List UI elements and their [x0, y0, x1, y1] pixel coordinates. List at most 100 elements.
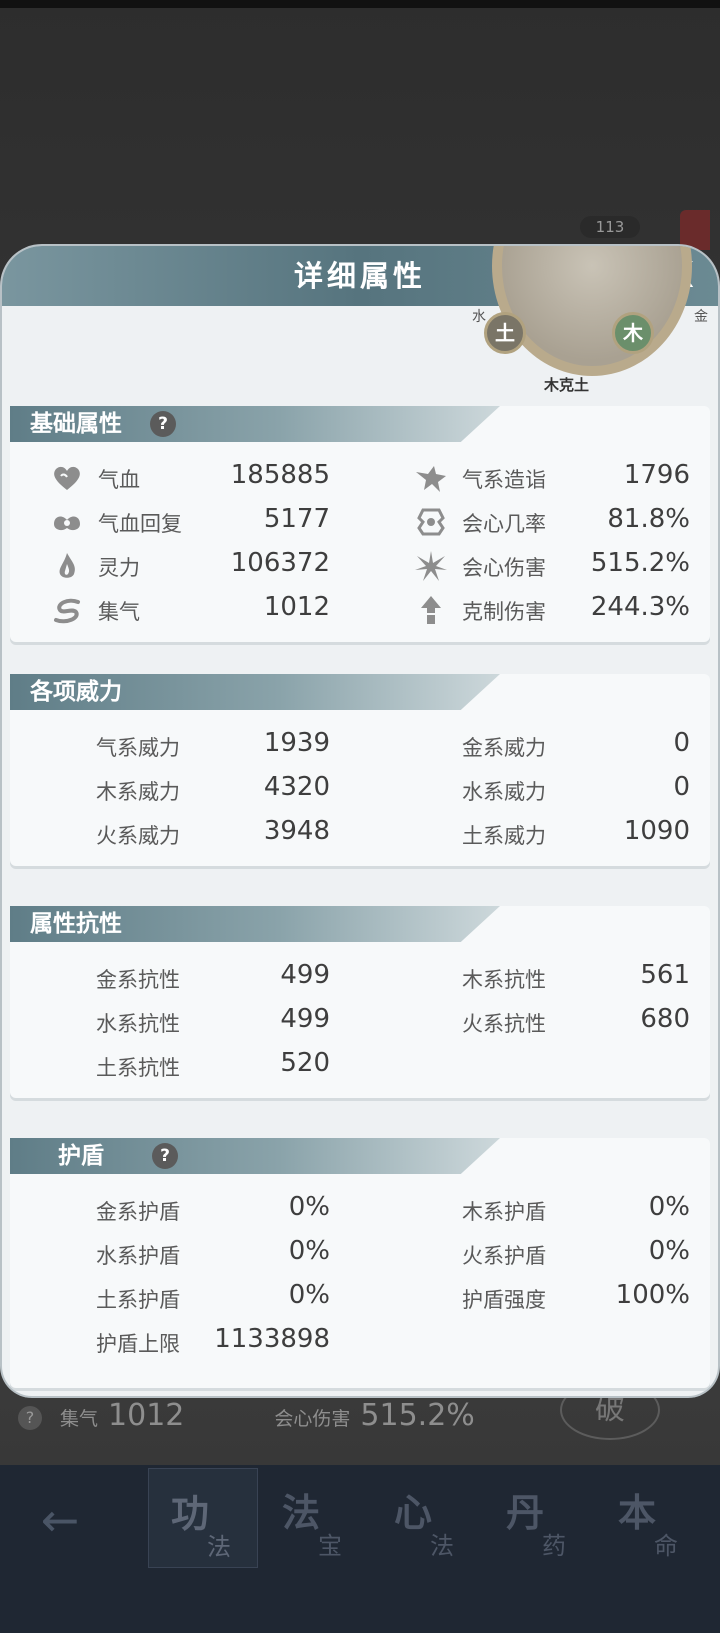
stat-value: 0	[673, 728, 690, 758]
stat-value: 0	[673, 772, 690, 802]
stat-value: 100%	[615, 1280, 690, 1310]
tab-gongfa[interactable]: 功 法	[148, 1468, 258, 1568]
wheel-side-label: 金	[694, 309, 708, 325]
stat-label: 土系抗性	[96, 1056, 180, 1080]
stat-label: 木系抗性	[462, 968, 546, 992]
tab-sublabel: 命	[654, 1532, 678, 1560]
stat-row: 火系护盾 0%	[462, 1234, 690, 1274]
element-wheel: 水 金 土 木 木克土	[472, 246, 712, 396]
stat-value: 4320	[263, 772, 330, 802]
background-help-icon: ?	[18, 1406, 42, 1430]
wheel-caption: 木克土	[544, 376, 590, 394]
stat-label: 会心几率	[462, 512, 546, 536]
status-bar	[0, 0, 720, 8]
tab-xinfa[interactable]: 心 法	[372, 1468, 482, 1568]
stat-value: 106372	[230, 548, 330, 578]
flame-icon	[59, 553, 75, 578]
burst-icon	[415, 551, 447, 581]
background-stat-label: 会心伤害	[274, 1408, 351, 1430]
stat-row: 护盾强度 100%	[462, 1278, 690, 1318]
section-title: 属性抗性	[30, 911, 122, 937]
stat-value: 81.8%	[607, 504, 690, 534]
section-title: 基础属性	[30, 411, 122, 437]
back-arrow-icon[interactable]: ←	[30, 1490, 90, 1550]
stat-label: 集气	[98, 600, 140, 624]
section-element-resist: 属性抗性 金系抗性 499 水系抗性 499 土系抗性 520 木系抗性 561…	[10, 906, 710, 1098]
stat-hp: 气血 185885	[50, 458, 330, 498]
stat-value: 0%	[648, 1236, 690, 1266]
swirl-icon	[54, 598, 80, 624]
stat-value: 0%	[288, 1192, 330, 1222]
side-tag	[680, 210, 710, 250]
stat-value: 185885	[230, 460, 330, 490]
stat-label: 气系造诣	[462, 468, 546, 492]
stat-label: 气血回复	[98, 512, 182, 536]
tab-label: 心	[394, 1490, 433, 1535]
stat-row: 水系抗性 499	[96, 1002, 330, 1042]
arrow-up-icon	[421, 596, 441, 624]
stat-value: 1796	[623, 460, 690, 490]
wheel-side-label: 水	[472, 309, 486, 325]
stat-value: 0%	[648, 1192, 690, 1222]
stat-row: 气系威力 1939	[96, 726, 330, 766]
background-stat-value: 1012	[108, 1398, 185, 1433]
stat-value: 0%	[288, 1280, 330, 1310]
background-stat-label: 集气	[60, 1408, 99, 1430]
stat-label: 火系抗性	[462, 1012, 546, 1036]
tab-sublabel: 宝	[318, 1532, 342, 1560]
stat-value: 499	[280, 960, 330, 990]
stat-label: 水系抗性	[96, 1012, 180, 1036]
section-element-power: 各项威力 气系威力 1939 木系威力 4320 火系威力 3948 金系威力 …	[10, 674, 710, 866]
wood-element-icon: 木	[612, 312, 654, 354]
stat-label: 水系威力	[462, 780, 546, 804]
help-icon[interactable]: ?	[150, 411, 176, 437]
stat-value: 0%	[288, 1236, 330, 1266]
tab-label: 丹	[506, 1490, 545, 1535]
stat-value: 499	[280, 1004, 330, 1034]
tab-benming[interactable]: 本 命	[596, 1468, 706, 1568]
section-basic-attributes: 基础属性 ? 气血 185885 气血回复 5177 灵力 106372 集气 …	[10, 406, 710, 642]
tab-danyao[interactable]: 丹 药	[484, 1468, 594, 1568]
level-badge: 113	[580, 216, 640, 238]
stat-value: 520	[280, 1048, 330, 1078]
heal-icon	[54, 516, 80, 531]
tab-label: 本	[618, 1490, 657, 1535]
stat-value: 1133898	[214, 1324, 330, 1354]
tab-sublabel: 法	[207, 1533, 231, 1561]
stat-label: 火系威力	[96, 824, 180, 848]
stat-value: 1939	[263, 728, 330, 758]
stat-row: 木系抗性 561	[462, 958, 690, 998]
stat-label: 土系护盾	[96, 1288, 180, 1312]
stat-value: 3948	[263, 816, 330, 846]
stat-value: 680	[640, 1004, 690, 1034]
stat-row: 土系抗性 520	[96, 1046, 330, 1086]
stat-counter-damage: 克制伤害 244.3%	[414, 590, 690, 630]
stat-label: 金系威力	[462, 736, 546, 760]
stat-value: 1090	[623, 816, 690, 846]
stat-value: 515.2%	[590, 548, 690, 578]
stat-label: 克制伤害	[462, 600, 546, 624]
stat-label: 护盾上限	[96, 1332, 180, 1356]
stat-row: 木系威力 4320	[96, 770, 330, 810]
tab-sublabel: 法	[430, 1532, 454, 1560]
stat-row: 金系抗性 499	[96, 958, 330, 998]
stat-label: 护盾强度	[462, 1288, 546, 1312]
stat-row: 水系威力 0	[462, 770, 690, 810]
tab-sublabel: 药	[542, 1532, 566, 1560]
background-stats-row: 集气 1012 会心伤害 515.2%	[60, 1398, 475, 1433]
section-shield: 护盾 ? 金系护盾 0% 水系护盾 0% 土系护盾 0% 护盾上限 113389…	[10, 1138, 710, 1388]
stat-row: 火系抗性 680	[462, 1002, 690, 1042]
help-icon[interactable]: ?	[152, 1143, 178, 1169]
wheel-arc	[492, 246, 692, 376]
stat-crit-rate: 会心几率 81.8%	[414, 502, 690, 542]
stat-label: 土系威力	[462, 824, 546, 848]
tab-label: 功	[171, 1491, 210, 1536]
tab-fabao[interactable]: 法 宝	[260, 1468, 370, 1568]
background-stat-value: 515.2%	[360, 1398, 475, 1433]
stat-gather-qi: 集气 1012	[50, 590, 330, 630]
stat-hp-regen: 气血回复 5177	[50, 502, 330, 542]
stat-label: 金系护盾	[96, 1200, 180, 1224]
heart-icon	[54, 466, 80, 490]
stat-label: 气系威力	[96, 736, 180, 760]
stat-label: 金系抗性	[96, 968, 180, 992]
